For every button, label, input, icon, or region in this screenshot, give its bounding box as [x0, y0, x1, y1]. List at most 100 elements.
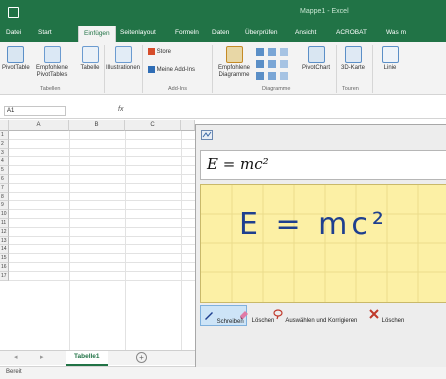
- select-all-corner[interactable]: [0, 120, 9, 131]
- handwriting-area[interactable]: E = mc²: [200, 184, 446, 303]
- new-sheet-icon[interactable]: +: [136, 352, 147, 363]
- row-header[interactable]: 4: [0, 157, 9, 167]
- tab-ueberpruefen[interactable]: Überprüfen: [245, 29, 278, 36]
- group-separator: [372, 45, 373, 93]
- tab-seitenlayout[interactable]: Seitenlayout: [120, 29, 156, 36]
- lasso-icon: [273, 309, 283, 320]
- sheet-tab[interactable]: Tabelle1: [66, 351, 108, 366]
- pivottable-button[interactable]: PivotTable: [2, 46, 30, 72]
- spreadsheet-grid[interactable]: A B C 1 2 3 4 5 6 7 8 9 10 11 12 13 14 15 16 17: [0, 120, 195, 360]
- tab-datei[interactable]: Datei: [6, 29, 21, 36]
- table-row[interactable]: [9, 193, 195, 202]
- row-header[interactable]: 14: [0, 245, 9, 255]
- table-row[interactable]: [9, 237, 195, 246]
- recommended-charts-icon: [225, 46, 243, 63]
- table-row[interactable]: [9, 131, 195, 140]
- ribbon-tabs: Datei Start Einfügen Seitenlayout Formel…: [0, 26, 446, 42]
- row-header[interactable]: 5: [0, 166, 9, 175]
- scatter-chart-icon[interactable]: [280, 72, 288, 80]
- select-correct-tool[interactable]: Auswählen und Korrigieren: [272, 305, 357, 324]
- statistic-chart-icon[interactable]: [268, 60, 276, 68]
- bar-chart-icon[interactable]: [268, 72, 276, 80]
- group-addins-label: Add-Ins: [168, 86, 187, 92]
- my-addins-button[interactable]: Meine Add-Ins: [148, 66, 210, 74]
- map3d-button[interactable]: 3D-Karte: [338, 46, 368, 72]
- handwritten-equation: E = mc²: [239, 207, 388, 242]
- save-icon[interactable]: [8, 7, 19, 18]
- row-header[interactable]: 6: [0, 175, 9, 184]
- table-row[interactable]: [9, 210, 195, 219]
- column-header[interactable]: [181, 120, 195, 131]
- table-row[interactable]: [9, 201, 195, 211]
- table-row[interactable]: [9, 140, 195, 149]
- row-header[interactable]: 16: [0, 263, 9, 272]
- tab-ansicht[interactable]: Ansicht: [295, 29, 316, 36]
- table-row[interactable]: [9, 263, 195, 272]
- tab-formeln[interactable]: Formeln: [175, 29, 199, 36]
- pie-chart-icon[interactable]: [256, 72, 264, 80]
- table-row[interactable]: [9, 228, 195, 237]
- table-row[interactable]: [9, 254, 195, 263]
- title-bar: Mappe1 - Excel: [0, 0, 446, 26]
- row-header[interactable]: 7: [0, 183, 9, 193]
- hierarchy-chart-icon[interactable]: [268, 48, 276, 56]
- table-row[interactable]: [9, 157, 195, 167]
- sparkline-line-button[interactable]: Linie: [378, 46, 402, 72]
- row-header[interactable]: 1: [0, 131, 9, 140]
- combo-chart-icon[interactable]: [280, 60, 288, 68]
- row-header[interactable]: 12: [0, 227, 9, 237]
- store-button[interactable]: Store: [148, 48, 208, 56]
- table-button[interactable]: Tabelle: [78, 46, 102, 72]
- tab-daten[interactable]: Daten: [212, 29, 229, 36]
- row-header[interactable]: 9: [0, 201, 9, 211]
- table-row[interactable]: [9, 175, 195, 184]
- status-text: Bereit: [6, 369, 22, 375]
- tab-tell-me[interactable]: Was m: [386, 29, 406, 36]
- row-header[interactable]: 11: [0, 219, 9, 228]
- line-chart-icon[interactable]: [256, 60, 264, 68]
- name-box[interactable]: A1: [4, 106, 66, 116]
- table-row[interactable]: [9, 184, 195, 193]
- row-header[interactable]: 13: [0, 236, 9, 246]
- table-row[interactable]: [9, 272, 195, 281]
- sparkline-icon: [381, 46, 399, 63]
- group-tours-label: Touren: [342, 86, 359, 92]
- fx-label[interactable]: fx: [118, 106, 123, 113]
- table-row[interactable]: [9, 166, 195, 175]
- window-title: Mappe1 - Excel: [300, 8, 349, 15]
- recommended-pivot-icon: [43, 46, 61, 63]
- column-chart-icon[interactable]: [256, 48, 264, 56]
- row-header[interactable]: 8: [0, 192, 9, 202]
- column-header[interactable]: C: [125, 120, 181, 131]
- tab-einfuegen[interactable]: Einfügen: [78, 26, 116, 42]
- sheet-tab-bar: ◂ ▸ Tabelle1 +: [0, 350, 195, 366]
- group-tables-label: Tabellen: [40, 86, 61, 92]
- illustrations-button[interactable]: Illustrationen: [106, 46, 140, 72]
- group-separator: [336, 45, 337, 93]
- chart-type-buttons[interactable]: [256, 46, 296, 80]
- table-row[interactable]: [9, 219, 195, 228]
- row-header[interactable]: 3: [0, 148, 9, 158]
- pivotchart-button[interactable]: PivotChart: [300, 46, 332, 72]
- clear-x-icon: [369, 309, 379, 319]
- group-charts-label: Diagramme: [262, 86, 291, 92]
- column-header[interactable]: A: [9, 120, 69, 131]
- waterfall-chart-icon[interactable]: [280, 48, 288, 56]
- math-input-panel: E = mc² E = mc² Schreiben Löschen Auswäh…: [195, 124, 446, 367]
- table-row[interactable]: [9, 245, 195, 255]
- table-row[interactable]: [9, 149, 195, 158]
- scroll-left-icon[interactable]: ◂: [14, 353, 18, 361]
- row-header[interactable]: 15: [0, 254, 9, 263]
- column-header[interactable]: B: [69, 120, 125, 131]
- tab-start[interactable]: Start: [38, 29, 52, 36]
- recommended-charts-button[interactable]: Empfohlene Diagramme: [214, 46, 254, 79]
- erase-tool[interactable]: Löschen: [238, 305, 274, 324]
- pen-icon: [205, 312, 213, 320]
- row-header[interactable]: 17: [0, 271, 9, 281]
- row-header[interactable]: 2: [0, 139, 9, 149]
- row-header[interactable]: 10: [0, 210, 9, 219]
- recommended-pivottables-button[interactable]: Empfohlene PivotTables: [32, 46, 72, 79]
- clear-tool[interactable]: Löschen: [368, 305, 404, 324]
- scroll-right-icon[interactable]: ▸: [40, 353, 44, 361]
- tab-acrobat[interactable]: ACROBAT: [336, 29, 367, 36]
